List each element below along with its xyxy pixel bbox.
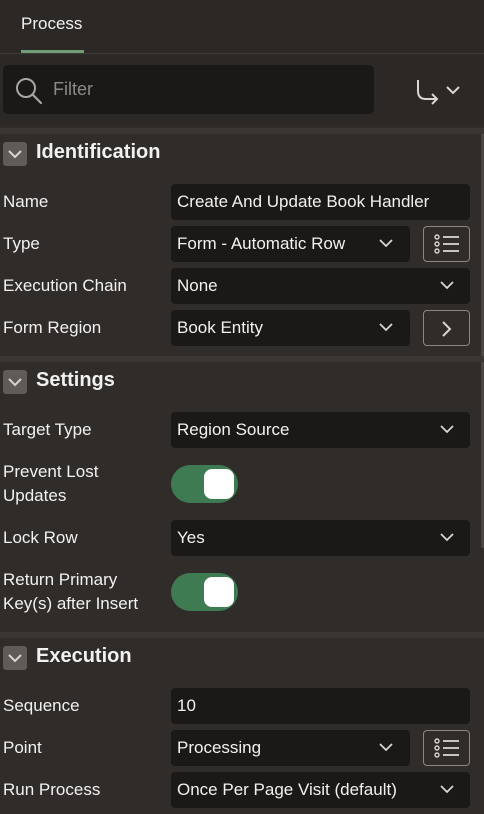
collapse-execution-button[interactable] xyxy=(3,646,27,670)
section-title: Settings xyxy=(36,369,115,391)
return-primary-key-label-line1: Return Primary xyxy=(3,570,118,589)
filter-input[interactable]: Filter xyxy=(3,65,374,114)
sequence-input[interactable]: 10 xyxy=(171,688,470,724)
collapse-settings-button[interactable] xyxy=(3,370,27,394)
name-value: Create And Update Book Handler xyxy=(177,192,430,211)
chevron-down-icon xyxy=(8,654,22,663)
execution-chain-value: None xyxy=(177,276,218,295)
form-region-label: Form Region xyxy=(3,318,102,337)
form-region-select[interactable]: Book Entity xyxy=(171,310,410,346)
collapse-identification-button[interactable] xyxy=(3,142,27,166)
identification-section-header[interactable]: Identification xyxy=(0,134,484,174)
target-type-select[interactable]: Region Source xyxy=(171,412,470,448)
return-primary-key-label-line2: Key(s) after Insert xyxy=(3,594,139,613)
chevron-down-icon xyxy=(440,425,454,434)
run-process-value: Once Per Page Visit (default) xyxy=(177,780,397,799)
point-list-button[interactable] xyxy=(423,730,470,766)
prevent-lost-updates-toggle[interactable] xyxy=(171,465,238,503)
toggle-knob xyxy=(204,469,234,499)
chevron-down-icon xyxy=(379,743,393,752)
tab-bar: Process xyxy=(0,0,484,54)
run-process-label: Run Process xyxy=(3,780,101,799)
point-select[interactable]: Processing xyxy=(171,730,410,766)
target-type-label: Target Type xyxy=(3,420,92,439)
chevron-down-icon xyxy=(379,239,393,248)
type-list-button[interactable] xyxy=(423,226,470,262)
tab-process[interactable]: Process xyxy=(21,14,82,34)
lock-row-label: Lock Row xyxy=(3,528,78,547)
chevron-down-icon xyxy=(440,533,454,542)
point-label: Point xyxy=(3,738,42,757)
point-value: Processing xyxy=(177,738,262,757)
name-field[interactable]: Create And Update Book Handler xyxy=(171,184,470,220)
chevron-down-icon xyxy=(8,378,22,387)
lock-row-select[interactable]: Yes xyxy=(171,520,470,556)
prevent-lost-updates-label-line2: Updates xyxy=(3,486,67,505)
active-tab-indicator xyxy=(21,50,84,53)
toggle-knob xyxy=(204,577,234,607)
type-select[interactable]: Form - Automatic Row xyxy=(171,226,410,262)
filter-bar: Filter xyxy=(0,55,484,125)
type-value: Form - Automatic Row xyxy=(177,234,346,253)
run-process-select[interactable]: Once Per Page Visit (default) xyxy=(171,772,470,808)
execution-section-header[interactable]: Execution xyxy=(0,638,484,678)
chevron-down-icon xyxy=(440,785,454,794)
list-icon xyxy=(434,234,459,254)
execution-chain-label: Execution Chain xyxy=(3,276,127,295)
go-to-component-button[interactable] xyxy=(408,73,464,107)
search-icon xyxy=(16,78,43,105)
return-primary-key-toggle[interactable] xyxy=(171,573,238,611)
settings-section-header[interactable]: Settings xyxy=(0,362,484,402)
sequence-value: 10 xyxy=(177,696,196,715)
section-title: Execution xyxy=(36,645,132,667)
execution-chain-select[interactable]: None xyxy=(171,268,470,304)
prevent-lost-updates-label-line1: Prevent Lost xyxy=(3,462,99,481)
chevron-down-icon xyxy=(8,150,22,159)
form-region-value: Book Entity xyxy=(177,318,263,337)
filter-placeholder: Filter xyxy=(53,79,93,99)
lock-row-value: Yes xyxy=(177,528,205,547)
go-to-region-button[interactable] xyxy=(423,310,470,346)
chevron-down-icon xyxy=(379,323,393,332)
chevron-down-icon xyxy=(440,281,454,290)
go-to-component-icon xyxy=(417,80,460,105)
type-label: Type xyxy=(3,234,40,253)
target-type-value: Region Source xyxy=(177,420,290,439)
name-label: Name xyxy=(3,192,49,211)
chevron-right-icon xyxy=(442,321,452,337)
section-title: Identification xyxy=(36,141,161,163)
list-icon xyxy=(434,738,459,758)
sequence-label: Sequence xyxy=(3,696,80,715)
